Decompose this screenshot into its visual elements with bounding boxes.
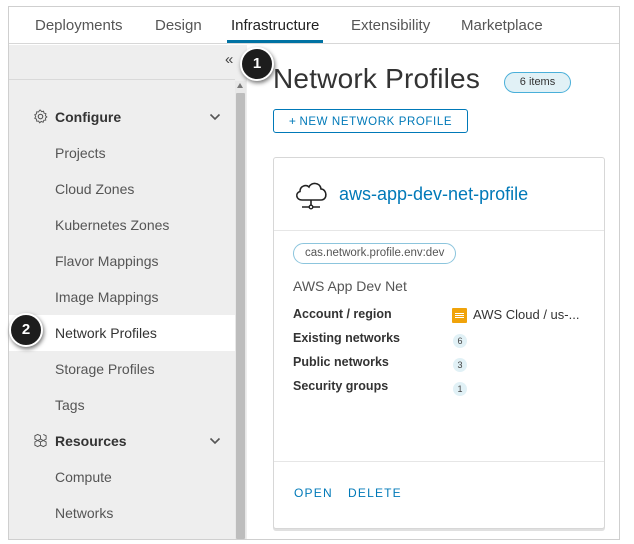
top-navigation: Deployments Design Infrastructure Extens…	[9, 7, 619, 44]
sidebar-divider	[9, 79, 235, 80]
callout-step-2: 2	[9, 313, 43, 347]
app-window: Deployments Design Infrastructure Extens…	[8, 6, 620, 540]
account-region-label: Account / region	[293, 307, 392, 321]
sidebar-item-label: Projects	[55, 145, 106, 161]
aws-icon	[452, 308, 467, 323]
sidebar-item-storage-profiles[interactable]: Storage Profiles	[9, 351, 235, 387]
card-header-divider	[274, 230, 604, 231]
tab-deployments[interactable]: Deployments	[35, 17, 123, 34]
cloud-network-icon	[296, 182, 327, 210]
sidebar-item-projects[interactable]: Projects	[9, 135, 235, 171]
page-title: Network Profiles	[273, 63, 481, 94]
tab-marketplace[interactable]: Marketplace	[461, 17, 543, 34]
sidebar: « Configure Projects Cloud Zones Kuberne…	[9, 45, 247, 539]
security-groups-count: 1	[453, 382, 467, 396]
tab-extensibility[interactable]: Extensibility	[351, 17, 430, 34]
sidebar-scrollbar[interactable]	[235, 81, 246, 539]
capability-tag: cas.network.profile.env:dev	[293, 243, 457, 264]
sidebar-item-network-profiles[interactable]: Network Profiles	[9, 315, 235, 351]
open-button[interactable]: OPEN	[294, 486, 333, 500]
existing-networks-count: 6	[453, 334, 467, 348]
section-resources-label: Resources	[55, 433, 127, 449]
scrollbar-thumb[interactable]	[236, 93, 245, 539]
card-description: AWS App Dev Net	[293, 278, 407, 294]
delete-button[interactable]: DELETE	[348, 486, 402, 500]
sidebar-item-label: Kubernetes Zones	[55, 217, 170, 233]
card-title-link[interactable]: aws-app-dev-net-profile	[339, 184, 528, 205]
security-groups-label: Security groups	[293, 379, 389, 393]
scroll-up-arrow-icon[interactable]	[237, 83, 243, 88]
public-networks-label: Public networks	[293, 355, 389, 369]
sidebar-item-label: Cloud Zones	[55, 181, 135, 197]
callout-step-1: 1	[240, 47, 274, 81]
sidebar-item-compute[interactable]: Compute	[9, 459, 235, 495]
item-count-badge: 6 items	[504, 72, 571, 93]
sidebar-item-label: Storage Profiles	[55, 361, 155, 377]
network-profile-card: aws-app-dev-net-profile cas.network.prof…	[273, 157, 605, 529]
collapse-sidebar-icon[interactable]: «	[225, 51, 233, 68]
public-networks-count: 3	[453, 358, 467, 372]
sidebar-item-label: Tags	[55, 397, 85, 413]
section-resources[interactable]: Resources	[9, 427, 235, 455]
chevron-down-icon[interactable]	[209, 435, 221, 447]
section-configure[interactable]: Configure	[9, 103, 235, 131]
sidebar-item-kubernetes-zones[interactable]: Kubernetes Zones	[9, 207, 235, 243]
sidebar-item-label: Networks	[55, 505, 114, 521]
security-groups-row: Security groups 1	[293, 379, 593, 399]
public-networks-row: Public networks 3	[293, 355, 593, 375]
sidebar-item-networks[interactable]: Networks	[9, 495, 235, 531]
new-network-profile-label: NEW NETWORK PROFILE	[299, 116, 453, 128]
chevron-down-icon[interactable]	[209, 111, 221, 123]
section-configure-label: Configure	[55, 109, 122, 125]
sidebar-item-flavor-mappings[interactable]: Flavor Mappings	[9, 243, 235, 279]
tab-design[interactable]: Design	[155, 17, 202, 34]
existing-networks-label: Existing networks	[293, 331, 400, 345]
sidebar-item-label: Compute	[55, 469, 112, 485]
active-tab-indicator	[227, 40, 323, 43]
tab-infrastructure[interactable]: Infrastructure	[231, 17, 319, 34]
sidebar-item-label: Network Profiles	[55, 325, 157, 341]
boxes-icon	[34, 433, 47, 448]
account-region-row: Account / region AWS Cloud / us-...	[293, 307, 593, 327]
card-footer-divider	[274, 461, 604, 462]
existing-networks-row: Existing networks 6	[293, 331, 593, 351]
sidebar-item-tags[interactable]: Tags	[9, 387, 235, 423]
gear-icon	[34, 109, 48, 124]
new-network-profile-button[interactable]: + NEW NETWORK PROFILE	[273, 109, 468, 133]
account-region-value: AWS Cloud / us-...	[473, 307, 580, 322]
sidebar-item-cloud-zones[interactable]: Cloud Zones	[9, 171, 235, 207]
sidebar-item-label: Flavor Mappings	[55, 253, 159, 269]
plus-icon: +	[288, 114, 297, 128]
sidebar-item-label: Image Mappings	[55, 289, 159, 305]
sidebar-item-image-mappings[interactable]: Image Mappings	[9, 279, 235, 315]
